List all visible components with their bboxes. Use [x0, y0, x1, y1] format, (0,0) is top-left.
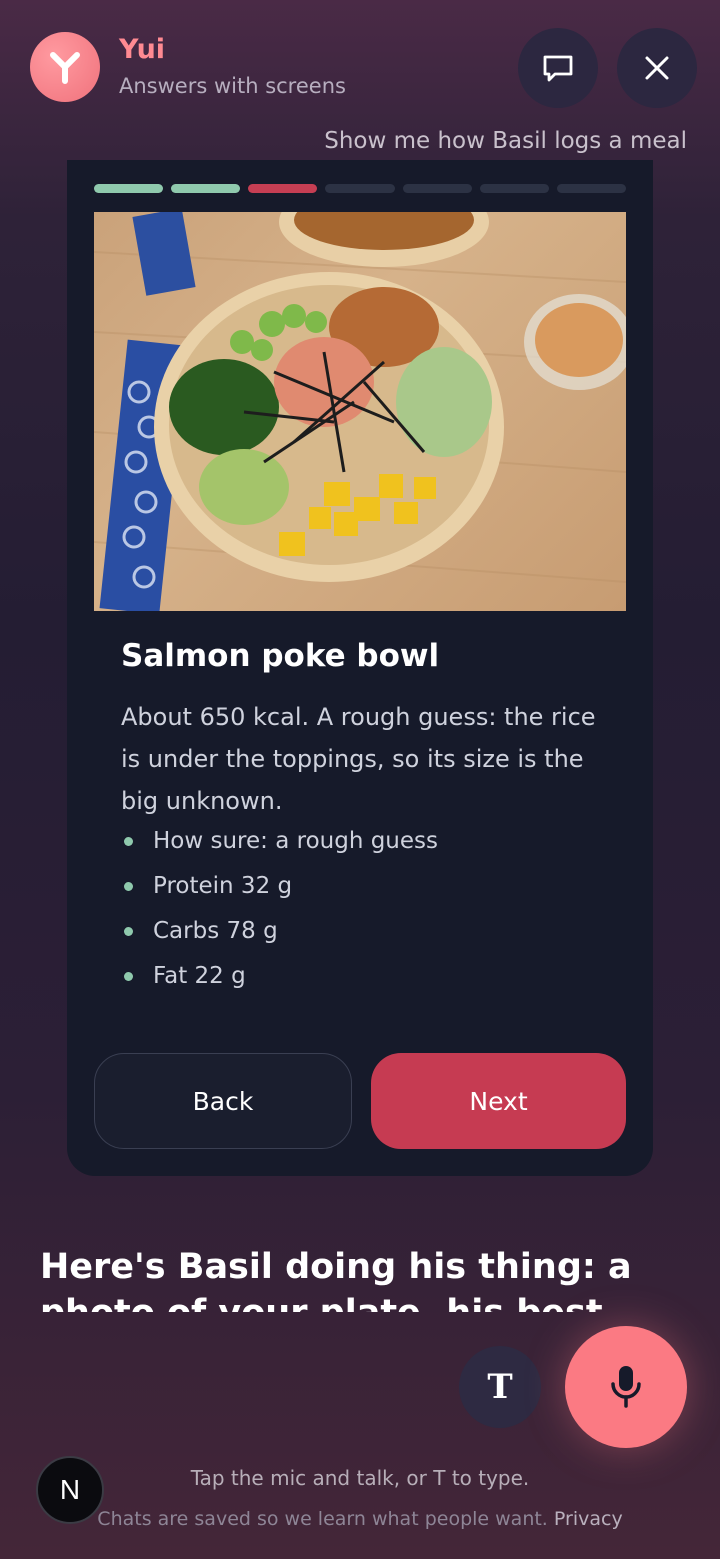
chat-button[interactable]: [518, 28, 598, 108]
type-mode-button[interactable]: T: [459, 1346, 541, 1428]
yui-logo-icon: [30, 32, 100, 102]
footer-note: Chats are saved so we learn what people …: [0, 1508, 720, 1530]
fact-fat: Fat 22 g: [121, 965, 438, 1010]
progress-segment: [402, 184, 472, 193]
step-progress: [94, 184, 626, 193]
composer-hint: Tap the mic and talk, or T to type.: [190, 1466, 530, 1490]
fact-confidence: How sure: a rough guess: [121, 830, 438, 875]
privacy-link[interactable]: Privacy: [554, 1508, 623, 1530]
footer-text: Chats are saved so we learn what people …: [97, 1508, 548, 1530]
progress-segment: [479, 184, 549, 193]
app-header: Yui Answers with screens: [0, 0, 720, 110]
meal-photo: [94, 212, 626, 611]
close-button[interactable]: [617, 28, 697, 108]
mic-button[interactable]: [565, 1326, 687, 1448]
next-button[interactable]: Next: [371, 1053, 626, 1149]
microphone-icon: [611, 1366, 641, 1408]
meal-title: Salmon poke bowl: [121, 638, 440, 674]
user-prompt-echo: Show me how Basil logs a meal: [324, 128, 687, 154]
progress-segment: [94, 184, 164, 193]
fact-carbs: Carbs 78 g: [121, 920, 438, 965]
close-icon: [645, 56, 669, 80]
meal-description: About 650 kcal. A rough guess: the rice …: [121, 703, 596, 815]
nutrition-facts-list: How sure: a rough guess Protein 32 g Car…: [121, 830, 438, 1010]
app-subtitle: Answers with screens: [119, 74, 346, 98]
app-name: Yui: [119, 34, 166, 65]
fact-protein: Protein 32 g: [121, 875, 438, 920]
meal-card: Salmon poke bowl About 650 kcal. A rough…: [67, 160, 653, 1176]
progress-segment: [556, 184, 626, 193]
progress-segment: [248, 184, 318, 193]
progress-segment: [325, 184, 395, 193]
chat-bubble-icon: [543, 55, 573, 82]
progress-segment: [171, 184, 241, 193]
assistant-reply: Here's Basil doing his thing: a photo of…: [40, 1247, 632, 1312]
back-button[interactable]: Back: [94, 1053, 352, 1149]
